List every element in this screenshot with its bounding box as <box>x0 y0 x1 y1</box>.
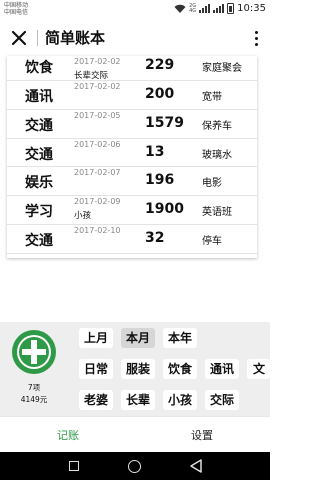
person-chip-child[interactable]: 小孩 <box>163 390 198 410</box>
page-title: 简单账本 <box>45 29 106 47</box>
category-chip-partial[interactable]: 文 <box>247 359 270 379</box>
record-category: 饮食 <box>25 60 53 76</box>
record-amount: 32 <box>145 229 165 246</box>
record-date: 2017-02-09 <box>74 197 121 207</box>
record-item: 电影 <box>202 178 222 190</box>
record-amount: 13 <box>145 143 165 160</box>
carrier-2: 中国电信 <box>4 9 29 16</box>
record-total: 4149元 <box>20 395 48 404</box>
close-icon[interactable] <box>8 27 30 49</box>
record-category: 学习 <box>25 204 53 221</box>
record-category: 交通 <box>25 232 53 249</box>
wifi-icon <box>174 4 186 13</box>
record-amount: 1900 <box>145 201 184 218</box>
tab-record[interactable]: 记账 <box>57 427 79 443</box>
record-item: 家庭聚会 <box>202 63 242 74</box>
record-amount: 196 <box>145 172 175 189</box>
record-count: 7项 <box>27 383 41 392</box>
category-chip-food[interactable]: 饮食 <box>163 359 198 379</box>
record-category: 交通 <box>25 117 53 134</box>
list-item[interactable]: 饮食 2017-02-02 长辈交际 229 家庭聚会 <box>7 56 257 81</box>
record-list: 饮食 2017-02-02 长辈交际 229 家庭聚会 通讯 2017-02-0… <box>7 56 257 258</box>
record-category: 通讯 <box>25 89 53 105</box>
category-chip-clothing[interactable]: 服装 <box>121 359 156 379</box>
record-amount: 229 <box>145 57 175 73</box>
filter-panel: 7项 4149元 上月 本月 本年 日常 服装 饮食 通讯 文 老婆 长辈 小孩… <box>0 322 270 416</box>
period-chip-this-month[interactable]: 本月 <box>121 328 156 348</box>
add-record-button[interactable] <box>12 330 56 374</box>
home-icon[interactable] <box>128 460 141 473</box>
record-date: 2017-02-05 <box>74 110 121 120</box>
record-note: 长辈交际 <box>74 71 109 81</box>
list-item[interactable]: 交通 2017-02-05 1579 保养车 <box>7 110 257 139</box>
list-item[interactable]: 学习 2017-02-09 小孩 1900 英语班 <box>7 196 257 225</box>
record-date: 2017-02-02 <box>74 82 121 91</box>
record-date: 2017-02-06 <box>74 139 121 149</box>
network-type: 2G 4G <box>189 2 197 14</box>
more-vertical-icon[interactable] <box>246 27 266 49</box>
tab-settings[interactable]: 设置 <box>191 427 213 443</box>
list-item[interactable]: 交通 2017-02-06 13 玻璃水 <box>7 139 257 168</box>
record-date: 2017-02-02 <box>74 57 121 66</box>
clock: 10:35 <box>237 3 266 14</box>
list-item[interactable]: 交通 2017-02-10 32 停车 <box>7 225 257 254</box>
battery-icon <box>227 3 235 14</box>
status-bar: 中国移动 中国电信 2G 4G 10:35 <box>0 0 270 20</box>
record-item: 英语班 <box>202 207 232 219</box>
person-chip-wife[interactable]: 老婆 <box>79 390 114 410</box>
record-item: 玻璃水 <box>202 149 232 161</box>
record-item: 保养车 <box>202 120 232 132</box>
bottom-tab-bar: 记账 设置 <box>0 416 270 452</box>
record-item: 宽带 <box>202 92 222 103</box>
list-item[interactable]: 娱乐 2017-02-07 196 电影 <box>7 167 257 197</box>
record-item: 停车 <box>202 235 222 247</box>
system-nav-bar <box>0 452 270 480</box>
signal-icon-2 <box>213 4 225 13</box>
person-chip-elders[interactable]: 长辈 <box>121 390 156 410</box>
carrier-1: 中国移动 <box>4 2 29 9</box>
record-date: 2017-02-10 <box>74 225 121 235</box>
signal-icon <box>199 4 211 13</box>
divider <box>37 30 38 46</box>
record-amount: 1579 <box>145 114 184 131</box>
recents-icon[interactable] <box>69 461 79 471</box>
person-chip-social[interactable]: 交际 <box>205 390 240 410</box>
record-amount: 200 <box>145 86 175 102</box>
record-category: 交通 <box>25 146 53 163</box>
app-bar: 简单账本 <box>0 20 270 56</box>
category-chip-telecom[interactable]: 通讯 <box>205 359 240 379</box>
category-chip-daily[interactable]: 日常 <box>79 359 114 379</box>
period-chip-this-year[interactable]: 本年 <box>163 328 198 348</box>
list-item[interactable]: 通讯 2017-02-02 200 宽带 <box>7 81 257 110</box>
record-category: 娱乐 <box>25 175 53 192</box>
status-icons: 2G 4G 10:35 <box>174 3 266 14</box>
period-chip-last-month[interactable]: 上月 <box>79 328 114 348</box>
back-icon[interactable] <box>189 459 203 473</box>
carrier-info: 中国移动 中国电信 <box>4 2 28 16</box>
record-date: 2017-02-07 <box>74 168 121 178</box>
record-note: 小孩 <box>74 211 92 222</box>
